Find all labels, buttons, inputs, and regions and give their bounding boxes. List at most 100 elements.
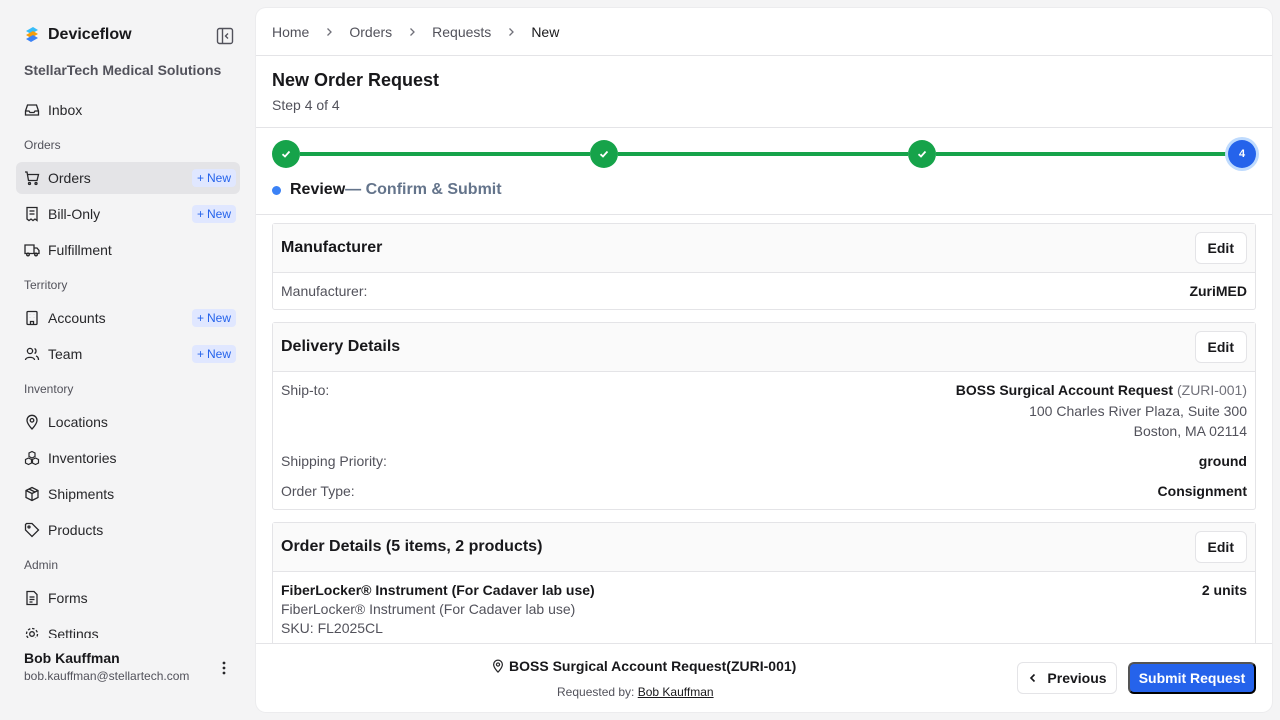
map-pin-icon [493,659,503,673]
item-sku: SKU: FL2025CL [281,620,383,636]
nav-section-territory: Territory [24,278,68,292]
new-bill-only-button[interactable]: + New [191,205,236,223]
edit-order-details-button[interactable]: Edit [1194,531,1247,563]
inbox-icon [24,102,40,118]
nav-section-admin: Admin [24,558,59,572]
breadcrumb-home[interactable]: Home [272,24,309,40]
new-label: New [206,207,231,221]
field-value: ground [1198,453,1247,469]
ship-to-row: Ship-to: BOSS Surgical Account Request (… [281,382,1247,441]
item-info: FiberLocker® Instrument (For Cadaver lab… [281,582,595,636]
sidebar-item-fulfillment[interactable]: Fulfillment [16,234,240,266]
plus-icon: + [196,311,204,325]
field-label: Manufacturer: [281,283,368,299]
more-vertical-icon[interactable] [216,659,232,677]
field-value: Consignment [1157,483,1247,499]
deviceflow-logo-icon [26,27,38,42]
manufacturer-card: Manufacturer Edit Manufacturer: ZuriMED [272,223,1256,310]
sidebar-nav: Inbox Orders Orders + New Bill-Only + New … [16,94,240,638]
new-account-button[interactable]: + New [191,309,236,327]
step-3-complete[interactable] [908,140,936,168]
step-4-current: 4 [1228,140,1256,168]
sidebar-item-forms[interactable]: Forms [16,582,240,614]
sidebar-item-label: Accounts [48,310,106,326]
previous-label: Previous [1047,670,1107,686]
new-label: New [206,347,231,361]
sidebar-item-team[interactable]: Team + New [16,338,240,370]
check-icon [917,150,927,158]
nav-section-orders: Orders [24,138,61,152]
sidebar-item-orders[interactable]: Orders + New [16,162,240,194]
card-body: Ship-to: BOSS Surgical Account Request (… [273,372,1255,509]
sidebar-item-bill-only[interactable]: Bill-Only + New [16,198,240,230]
user-profile[interactable]: Bob Kauffman bob.kauffman@stellartech.co… [24,650,189,683]
check-icon [599,150,609,158]
current-step-label: Review — Confirm & Submit [272,181,502,199]
requested-by: Requested by: Bob Kauffman [557,685,714,699]
sidebar-item-label: Forms [48,590,88,606]
sidebar-collapse-icon[interactable] [216,27,234,45]
item-name: FiberLocker® Instrument (For Cadaver lab… [281,582,595,598]
step-bullet [272,185,281,195]
map-pin-icon [24,414,40,430]
submit-request-button[interactable]: Submit Request [1128,662,1256,694]
card-body: Manufacturer: ZuriMED [273,273,1255,309]
new-team-button[interactable]: + New [191,345,236,363]
page-step-indicator: Step 4 of 4 [272,97,340,113]
organization-name: StellarTech Medical Solutions [24,62,222,78]
card-header: Delivery Details Edit [273,323,1255,372]
sidebar-item-inventories[interactable]: Inventories [16,442,240,474]
sidebar-item-label: Shipments [48,486,115,502]
sidebar-item-locations[interactable]: Locations [16,406,240,438]
step-connector [936,152,1228,156]
requested-by-name[interactable]: Bob Kauffman [638,685,714,699]
breadcrumb-requests[interactable]: Requests [432,24,491,40]
progress-stepper: 4 [272,139,1256,169]
chevron-right-icon [406,26,418,38]
receipt-icon [24,206,40,222]
new-label: New [206,171,231,185]
review-content: Manufacturer Edit Manufacturer: ZuriMED … [272,223,1256,643]
field-label: Ship-to: [281,382,330,398]
step-2-complete[interactable] [590,140,618,168]
sidebar-item-accounts[interactable]: Accounts + New [16,302,240,334]
breadcrumb: Home Orders Requests New [272,24,559,40]
sidebar-item-inbox[interactable]: Inbox [16,94,240,126]
new-order-button[interactable]: + New [191,169,236,187]
brand[interactable]: Deviceflow [24,26,132,44]
sidebar-item-label: Settings [48,626,99,638]
divider [256,127,1272,128]
sidebar-item-label: Fulfillment [48,242,112,258]
gear-icon [24,626,40,638]
sidebar-item-label: Inbox [48,102,83,118]
manufacturer-row: Manufacturer: ZuriMED [281,283,1247,299]
field-label: Shipping Priority: [281,453,387,469]
card-header: Manufacturer Edit [273,224,1255,273]
previous-button[interactable]: Previous [1017,662,1117,694]
edit-delivery-button[interactable]: Edit [1194,331,1247,363]
step-connector [618,152,908,156]
building-icon [24,310,40,326]
delivery-details-card: Delivery Details Edit Ship-to: BOSS Surg… [272,322,1256,510]
edit-manufacturer-button[interactable]: Edit [1194,232,1247,264]
breadcrumb-orders[interactable]: Orders [349,24,392,40]
footer-account: BOSS Surgical Account Request(ZURI-001) [491,658,796,674]
breadcrumb-current: New [531,24,560,40]
app-name: Deviceflow [48,26,132,43]
item-description: FiberLocker® Instrument (For Cadaver lab… [281,601,576,617]
plus-icon: + [196,207,204,221]
cart-icon [24,170,40,186]
chevron-left-icon [1030,673,1036,683]
user-name: Bob Kauffman [24,650,120,666]
chevron-right-icon [505,26,517,38]
check-icon [281,150,291,158]
chevron-right-icon [323,26,335,38]
sidebar-item-settings[interactable]: Settings [16,618,240,638]
sidebar-item-products[interactable]: Products [16,514,240,546]
users-icon [24,346,40,362]
sidebar-item-shipments[interactable]: Shipments [16,478,240,510]
field-label: Order Type: [281,483,355,499]
new-label: New [206,311,231,325]
step-1-complete[interactable] [272,140,300,168]
card-body: FiberLocker® Instrument (For Cadaver lab… [273,572,1255,643]
